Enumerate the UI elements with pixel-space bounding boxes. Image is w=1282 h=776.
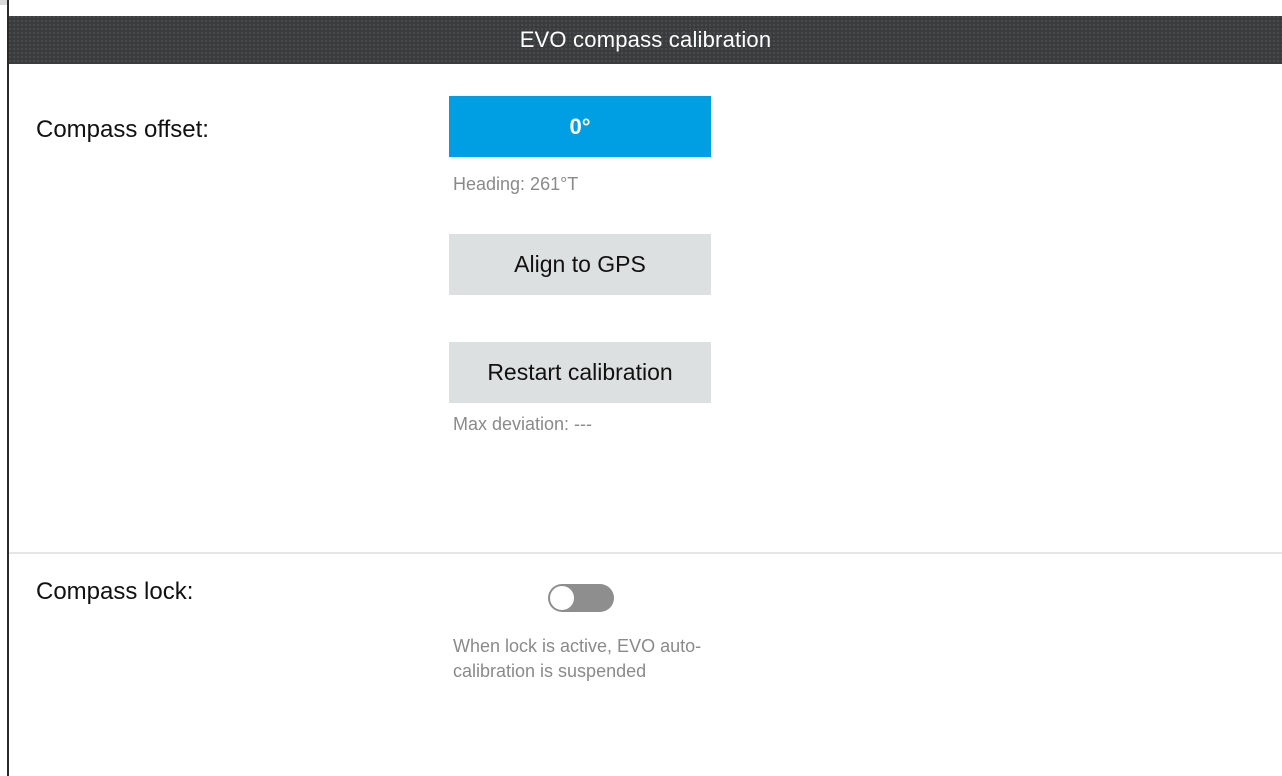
compass-offset-value: 0° xyxy=(569,113,591,139)
align-to-gps-button[interactable]: Align to GPS xyxy=(449,234,711,295)
toggle-switch-icon xyxy=(550,586,574,610)
max-deviation-readout: Max deviation: --- xyxy=(453,414,593,434)
compass-lock-toggle[interactable] xyxy=(548,584,614,612)
compass-offset-label: Compass offset: xyxy=(36,116,209,143)
compass-lock-label: Compass lock: xyxy=(36,578,194,605)
heading-readout: Heading: 261°T xyxy=(453,174,579,194)
section-divider xyxy=(9,552,1282,554)
restart-calibration-button[interactable]: Restart calibration xyxy=(449,342,711,403)
compass-offset-value-button[interactable]: 0° xyxy=(449,96,711,157)
compass-lock-note: When lock is active, EVO auto-calibratio… xyxy=(453,636,702,681)
calibration-dialog: EVO compass calibration Compass offset: … xyxy=(7,0,1282,776)
dialog-title-bar: EVO compass calibration xyxy=(9,16,1282,64)
dialog-title: EVO compass calibration xyxy=(519,27,772,52)
